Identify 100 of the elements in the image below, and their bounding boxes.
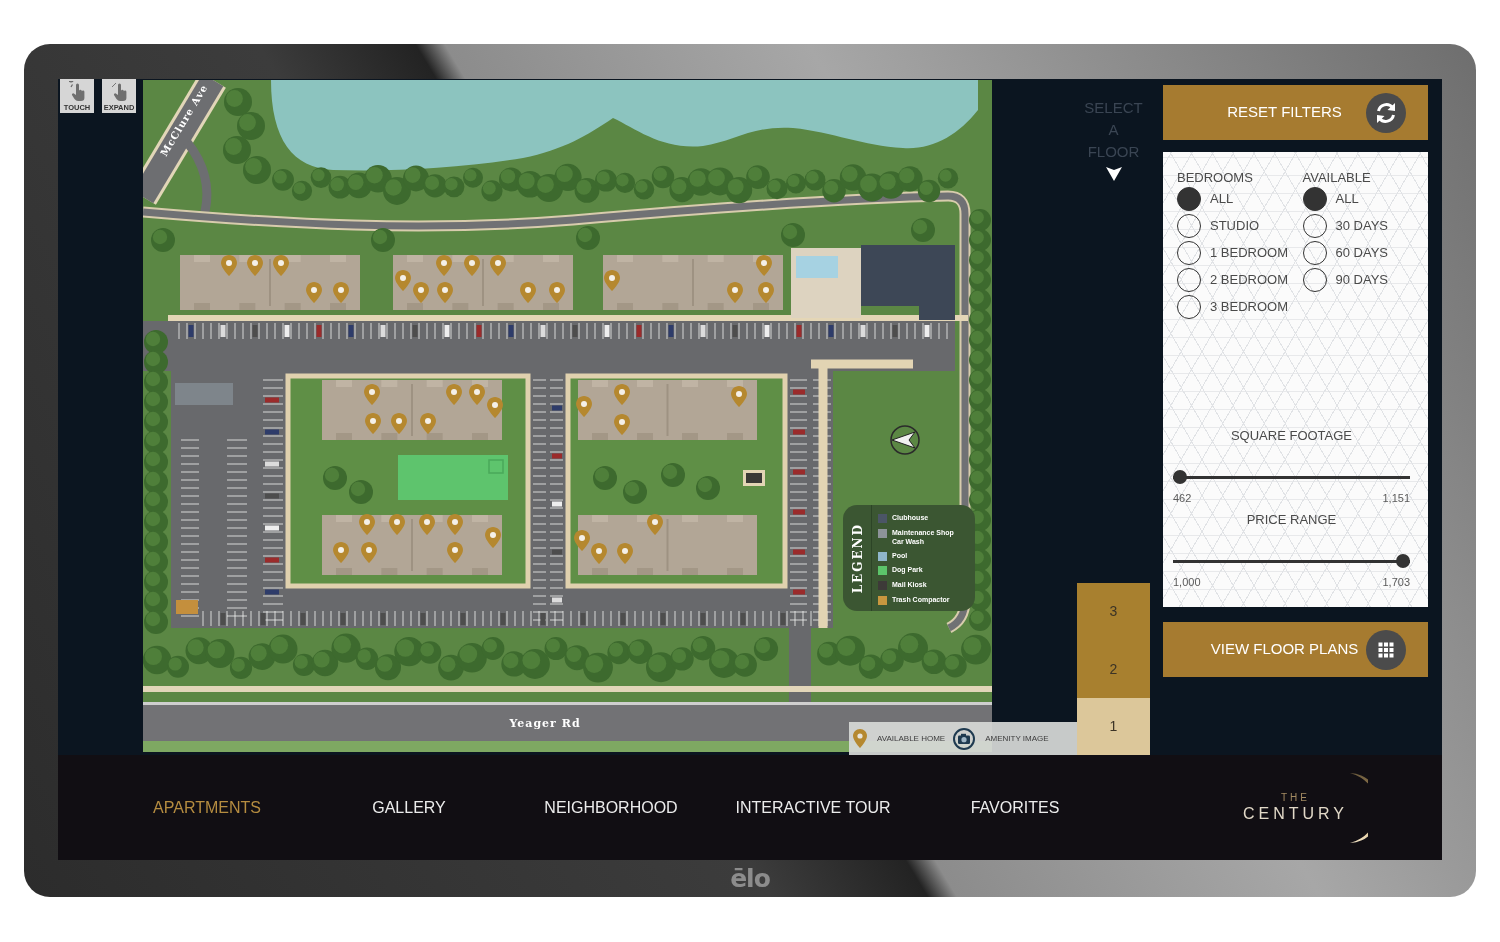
tree [349, 480, 373, 504]
view-floor-plans-button[interactable]: VIEW FLOOR PLANS [1163, 622, 1428, 677]
location-pin-icon[interactable] [333, 282, 349, 303]
refresh-icon [1366, 92, 1406, 133]
slider-track[interactable] [1173, 554, 1410, 568]
tree [661, 463, 685, 487]
radio-button[interactable] [1177, 187, 1201, 211]
location-pin-icon[interactable] [333, 542, 349, 563]
location-pin-icon[interactable] [391, 413, 407, 434]
option-label[interactable]: 60 DAYS [1335, 243, 1388, 263]
location-pin-icon[interactable] [617, 543, 633, 564]
brand-label: ēlo [730, 863, 770, 894]
slider-track[interactable] [1173, 470, 1410, 484]
tree [151, 228, 175, 252]
location-pin-icon[interactable] [520, 282, 536, 303]
camera-icon [953, 727, 976, 750]
range-label: PRICE RANGE [1245, 512, 1338, 528]
location-pin-icon[interactable] [361, 542, 377, 563]
location-pin-icon[interactable] [604, 270, 620, 291]
option-label[interactable]: 3 BEDROOM [1210, 297, 1288, 317]
option-label[interactable]: 90 DAYS [1335, 270, 1388, 290]
range-label: SQUARE FOOTAGE [1229, 428, 1354, 444]
location-pin-icon[interactable] [614, 414, 630, 435]
location-pin-icon[interactable] [364, 384, 380, 405]
location-pin-icon[interactable] [420, 413, 436, 434]
grid-icon [1366, 629, 1406, 670]
trash-compactor [176, 600, 198, 614]
logo-text: THE [1280, 791, 1310, 804]
location-pin-icon[interactable] [485, 527, 501, 548]
tree [576, 226, 600, 250]
reset-filters-button[interactable]: RESET FILTERS [1163, 85, 1428, 140]
tree [696, 476, 720, 500]
location-pin-icon [853, 729, 867, 748]
key-label: AMENITY IMAGE [985, 732, 1049, 745]
key-label: AVAILABLE HOME [877, 732, 946, 745]
location-pin-icon[interactable] [247, 255, 263, 276]
option-label[interactable]: ALL [1210, 189, 1234, 209]
nav-tab[interactable]: APARTMENTS [106, 795, 308, 820]
location-pin-icon[interactable] [436, 255, 452, 276]
location-pin-icon[interactable] [591, 543, 607, 564]
radio-button[interactable] [1302, 187, 1327, 211]
filter-heading: AVAILABLE [1302, 170, 1372, 185]
range-value: 1,703 [1382, 576, 1410, 588]
pool-area [791, 248, 861, 318]
location-pin-icon[interactable] [389, 514, 405, 535]
crescent-icon [1348, 771, 1368, 844]
location-pin-icon[interactable] [731, 386, 747, 407]
hand-pointer-icon [69, 81, 85, 101]
nav-tab[interactable]: NEIGHBORHOOD [510, 795, 712, 820]
location-pin-icon[interactable] [359, 514, 375, 535]
floor-button[interactable]: 1 [1077, 697, 1150, 755]
location-pin-icon[interactable] [446, 384, 462, 405]
floor-button[interactable]: 2 [1077, 640, 1150, 698]
tree [323, 466, 347, 490]
location-pin-icon[interactable] [464, 255, 480, 276]
location-pin-icon[interactable] [574, 530, 590, 551]
logo-text: CENTURY [1242, 803, 1348, 824]
location-pin-icon[interactable] [756, 255, 772, 276]
location-pin-icon[interactable] [647, 514, 663, 535]
location-pin-icon[interactable] [437, 282, 453, 303]
nav-tab[interactable]: FAVORITES [914, 795, 1116, 820]
location-pin-icon[interactable] [576, 396, 592, 417]
location-pin-icon[interactable] [490, 255, 506, 276]
location-pin-icon[interactable] [614, 384, 630, 405]
street-label: Yeager Rd [509, 717, 581, 730]
location-pin-icon[interactable] [419, 514, 435, 535]
location-pin-icon[interactable] [758, 282, 774, 303]
slider-thumb[interactable] [1173, 470, 1187, 484]
tree [593, 466, 617, 490]
range-value: 1,151 [1382, 492, 1410, 504]
option-label[interactable]: STUDIO [1210, 216, 1260, 236]
location-pin-icon[interactable] [413, 282, 429, 303]
location-pin-icon[interactable] [549, 282, 565, 303]
location-pin-icon[interactable] [469, 384, 485, 405]
location-pin-icon[interactable] [487, 397, 503, 418]
option-label[interactable]: 1 BEDROOM [1210, 243, 1288, 263]
option-label[interactable]: ALL [1335, 189, 1359, 209]
nav-tab[interactable]: INTERACTIVE TOUR [712, 795, 914, 820]
floor-button[interactable]: 3 [1077, 583, 1150, 641]
tree [623, 480, 647, 504]
location-pin-icon[interactable] [727, 282, 743, 303]
location-pin-icon[interactable] [447, 514, 463, 535]
location-pin-icon[interactable] [306, 282, 322, 303]
location-pin-icon[interactable] [273, 255, 289, 276]
filter-heading: BEDROOMS [1177, 170, 1254, 185]
legend-title: LEGEND [850, 522, 866, 594]
tree [371, 228, 395, 252]
compass-icon [890, 425, 920, 455]
option-label[interactable]: 2 BEDROOM [1210, 270, 1288, 290]
option-label[interactable]: 30 DAYS [1335, 216, 1388, 236]
nav-tab[interactable]: GALLERY [308, 795, 510, 820]
tree [911, 218, 935, 242]
location-pin-icon[interactable] [365, 413, 381, 434]
slider-thumb[interactable] [1396, 554, 1410, 568]
location-pin-icon[interactable] [395, 270, 411, 291]
range-value: 1,000 [1173, 576, 1201, 588]
location-pin-icon[interactable] [447, 542, 463, 563]
tree [781, 223, 805, 247]
location-pin-icon[interactable] [221, 255, 237, 276]
down-arrow-icon [1105, 166, 1122, 181]
